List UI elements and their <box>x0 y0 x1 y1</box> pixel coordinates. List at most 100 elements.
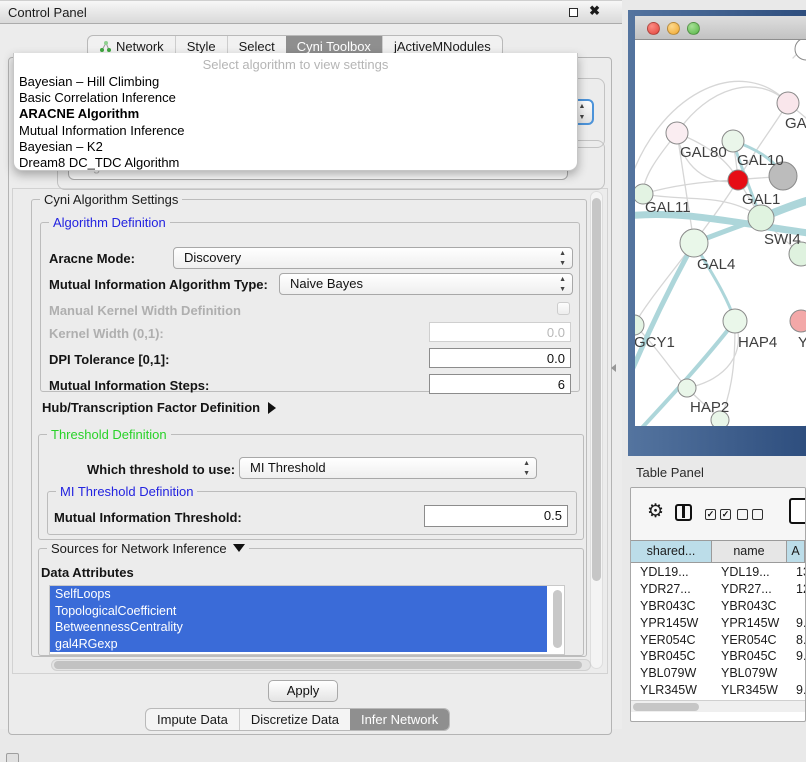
table-cell[interactable]: YER054C <box>631 632 712 649</box>
algorithm-option[interactable]: ARACNE Algorithm <box>14 106 577 122</box>
column-header-name[interactable]: name <box>712 541 787 562</box>
sources-group: Sources for Network Inference Data Attri… <box>38 548 584 656</box>
hub-definition-toggle[interactable]: Hub/Transcription Factor Definition <box>42 400 276 415</box>
network-node[interactable] <box>666 122 688 144</box>
table-cell[interactable]: YBR043C <box>631 598 712 615</box>
table-cell[interactable]: 9. <box>787 615 805 632</box>
network-node[interactable] <box>795 40 806 60</box>
algorithm-option[interactable]: Bayesian – K2 <box>14 139 577 155</box>
algorithm-option[interactable]: Bayesian – Hill Climbing <box>14 74 577 90</box>
table-cell[interactable]: YBR045C <box>631 648 712 665</box>
algorithm-option[interactable]: Mutual Information Inference <box>14 123 577 139</box>
float-window-icon[interactable] <box>569 8 578 17</box>
table-cell[interactable]: 13 <box>787 564 805 581</box>
table-cell[interactable]: YPR145W <box>712 615 787 632</box>
column-header-partial[interactable]: A <box>787 541 805 562</box>
table-row[interactable]: YBR043CYBR043C <box>631 598 805 615</box>
network-node-label: GAL11 <box>645 199 691 216</box>
network-node[interactable] <box>728 170 748 190</box>
network-node-label: GAL <box>785 115 806 132</box>
apply-button[interactable]: Apply <box>268 680 338 702</box>
mi-steps-field[interactable]: 6 <box>429 374 571 394</box>
which-threshold-label: Which threshold to use: <box>87 462 235 477</box>
tab-discretize-data[interactable]: Discretize Data <box>239 709 350 730</box>
network-canvas[interactable]: GALGAL80GAL10GAL1GAL11SWI4GAL4GCY1HAP4YH… <box>635 40 806 426</box>
table-row[interactable]: YPR145WYPR145W9. <box>631 615 805 632</box>
gear-icon[interactable]: ⚙ <box>647 502 664 521</box>
network-node[interactable] <box>748 205 774 231</box>
close-icon[interactable]: ✖ <box>589 3 600 19</box>
table-cell[interactable]: YLR345W <box>712 682 787 699</box>
table-cell[interactable]: YLR345W <box>631 682 712 699</box>
sources-toggle[interactable]: Sources for Network Inference <box>47 541 249 556</box>
data-attributes-list[interactable]: SelfLoopsTopologicalCoefficientBetweenne… <box>49 585 565 655</box>
algorithm-option[interactable]: Basic Correlation Inference <box>14 90 577 106</box>
settings-vertical-scrollbar[interactable] <box>590 191 603 669</box>
network-node[interactable] <box>723 309 747 333</box>
kernel-width-field[interactable]: 0.0 <box>429 322 571 342</box>
table-cell[interactable]: YER054C <box>712 632 787 649</box>
table-row[interactable]: YLR345WYLR345W9. <box>631 682 805 699</box>
network-window-titlebar[interactable] <box>635 16 806 40</box>
tab-infer-network[interactable]: Infer Network <box>350 709 449 730</box>
table-cell[interactable]: YBR043C <box>712 598 787 615</box>
table-cell[interactable]: YBR045C <box>712 648 787 665</box>
minimize-traffic-light[interactable] <box>667 22 680 35</box>
network-node-label: GAL10 <box>737 152 784 169</box>
attributes-scrollbar-thumb[interactable] <box>553 590 562 648</box>
table-cell[interactable]: 12 <box>787 581 805 598</box>
zoom-traffic-light[interactable] <box>687 22 700 35</box>
columns-icon[interactable] <box>675 504 692 521</box>
table-row[interactable]: YBR045CYBR045C9. <box>631 648 805 665</box>
table-row[interactable]: YBL079WYBL079W <box>631 665 805 682</box>
table-cell[interactable]: YDR27... <box>712 581 787 598</box>
settings-hscroll-thumb[interactable] <box>54 661 582 669</box>
attribute-item[interactable]: BetweennessCentrality <box>50 619 547 636</box>
table-cell[interactable]: YBL079W <box>712 665 787 682</box>
table-hscroll-thumb[interactable] <box>633 703 699 711</box>
attribute-item[interactable]: gal4RGexp <box>50 636 547 653</box>
close-traffic-light[interactable] <box>647 22 660 35</box>
checked-checkbox-icon[interactable]: ✓ <box>705 509 716 520</box>
table-cell[interactable] <box>787 598 805 615</box>
data-attributes-label: Data Attributes <box>41 565 134 580</box>
function-builder-icon[interactable] <box>789 498 806 524</box>
table-cell[interactable]: YBL079W <box>631 665 712 682</box>
table-cell[interactable]: 9. <box>787 648 805 665</box>
settings-horizontal-scrollbar[interactable] <box>51 659 591 671</box>
unchecked-checkbox-icon[interactable] <box>737 509 748 520</box>
column-header-shared-name[interactable]: shared... <box>631 541 712 562</box>
algorithm-option[interactable]: Dream8 DC_TDC Algorithm <box>14 155 577 171</box>
table-cell[interactable]: YPR145W <box>631 615 712 632</box>
network-node[interactable] <box>790 310 806 332</box>
settings-vscroll-thumb[interactable] <box>592 198 601 581</box>
table-cell[interactable]: 8. <box>787 632 805 649</box>
network-node[interactable] <box>777 92 799 114</box>
table-cell[interactable]: YDL19... <box>631 564 712 581</box>
manual-kernel-checkbox[interactable] <box>557 302 570 315</box>
table-horizontal-scrollbar[interactable] <box>631 700 805 712</box>
table-cell[interactable]: YDL19... <box>712 564 787 581</box>
network-node[interactable] <box>678 379 696 397</box>
network-node[interactable] <box>635 315 644 335</box>
splitter-collapse-icon[interactable] <box>611 364 616 372</box>
table-row[interactable]: YER054CYER054C8. <box>631 632 805 649</box>
unchecked-checkbox-icon[interactable] <box>752 509 763 520</box>
table-row[interactable]: YDL19...YDL19...13 <box>631 564 805 581</box>
attribute-item[interactable]: SelfLoops <box>50 586 547 603</box>
mi-type-combo[interactable]: Naive Bayes ▲▼ <box>279 273 573 295</box>
table-cell[interactable]: 9. <box>787 682 805 699</box>
network-node[interactable] <box>680 229 708 257</box>
tab-impute-data[interactable]: Impute Data <box>146 709 239 730</box>
mi-threshold-field[interactable]: 0.5 <box>424 505 568 527</box>
table-row[interactable]: YDR27...YDR27...12 <box>631 581 805 598</box>
dpi-tolerance-field[interactable]: 0.0 <box>429 348 571 368</box>
table-cell[interactable]: YDR27... <box>631 581 712 598</box>
table-cell[interactable] <box>787 665 805 682</box>
algorithm-definition-title: Algorithm Definition <box>49 215 170 230</box>
minimized-window-icon[interactable] <box>6 753 19 762</box>
aracne-mode-combo[interactable]: Discovery ▲▼ <box>173 247 573 269</box>
attribute-item[interactable]: TopologicalCoefficient <box>50 603 547 620</box>
checked-checkbox-icon[interactable]: ✓ <box>720 509 731 520</box>
which-threshold-combo[interactable]: MI Threshold ▲▼ <box>239 457 537 479</box>
